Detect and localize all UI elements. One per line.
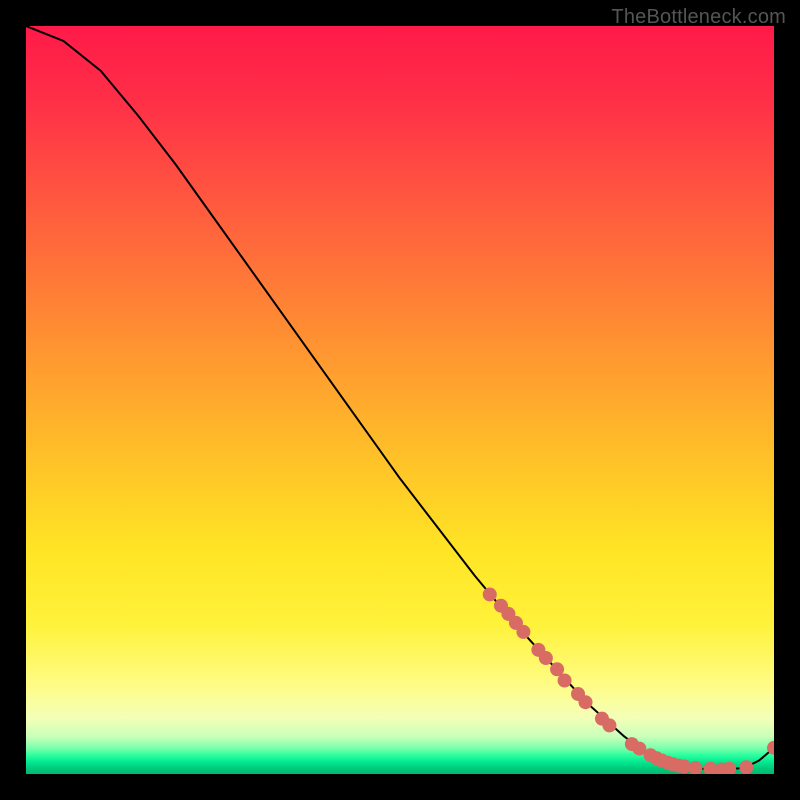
data-marker (688, 761, 702, 774)
data-marker (602, 718, 616, 732)
bottleneck-chart (26, 26, 774, 774)
chart-frame (26, 26, 774, 774)
bottleneck-curve-line (26, 26, 774, 770)
data-marker (483, 587, 497, 601)
data-marker (579, 695, 593, 709)
data-marker (516, 625, 530, 639)
data-markers (483, 587, 774, 774)
data-marker (539, 651, 553, 665)
watermark-text: TheBottleneck.com (611, 6, 786, 29)
data-marker (739, 760, 753, 774)
data-marker (558, 674, 572, 688)
